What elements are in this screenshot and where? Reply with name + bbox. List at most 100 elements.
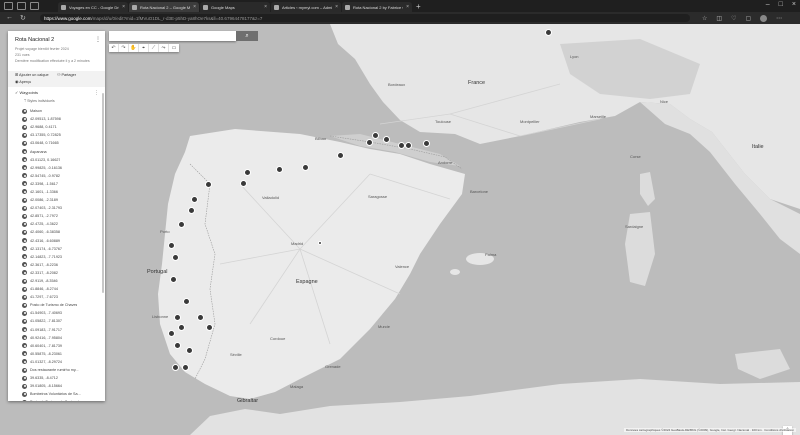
waypoint-pin[interactable] [337,152,344,159]
waypoint-pin[interactable] [174,314,181,321]
list-item[interactable]: 40.92416, -7.95804 [22,334,102,342]
waypoint-pin[interactable] [318,241,322,245]
tab-actions-icon[interactable] [30,2,39,10]
star-icon[interactable]: ☆ [702,15,707,22]
search-button[interactable]: ⌕ [236,31,258,41]
list-item[interactable]: 42.13174, -6.73767 [22,245,102,253]
map-options-icon[interactable]: ⋮ [95,36,101,43]
map-search-input[interactable] [109,31,236,41]
list-item[interactable]: 42.3317, -8.2082 [22,269,102,277]
layer-style-link[interactable]: ⍑ Styles individuels [24,99,55,103]
layer-name[interactable]: ✓ Waypoints [15,90,38,95]
waypoint-pin[interactable] [372,132,379,139]
workspaces-icon[interactable] [17,2,26,10]
list-item[interactable]: 41.7297, -7.6723 [22,293,102,301]
waypoint-pin[interactable] [182,364,189,371]
close-tab-icon[interactable]: × [335,4,338,10]
more-icon[interactable]: ⋯ [776,15,782,22]
waypoint-pin[interactable] [178,221,185,228]
preview-button[interactable]: ◉ Aperçu [15,79,31,84]
list-item[interactable]: 42.3617, -8.2236 [22,261,102,269]
list-item[interactable]: Bombeiros Voluntários de Sa... [22,390,102,398]
list-item[interactable]: 42.09513, 1.87598 [22,115,102,123]
add-layer-button[interactable]: ⊞ Ajouter un calque [15,72,49,77]
waypoint-pin[interactable] [302,164,309,171]
list-item[interactable]: 41.8846, -8.2744 [22,285,102,293]
tab-articles[interactable]: Articles ‹ mymyi.com – Admin...× [271,2,341,12]
list-item[interactable]: 42.14823, -7.71923 [22,253,102,261]
tab-google-maps[interactable]: Google Maps × [200,2,270,12]
list-item[interactable]: 43.17355, 0.72825 [22,131,102,139]
waypoint-pin[interactable] [191,196,198,203]
waypoint-pin[interactable] [423,140,430,147]
waypoint-pin[interactable] [545,29,552,36]
reload-icon[interactable]: ↻ [20,14,26,22]
list-item[interactable]: 42.0086, -2.3189 [22,196,102,204]
waypoint-pin[interactable] [398,142,405,149]
list-item[interactable]: 41.54903, -7.40693 [22,309,102,317]
list-item[interactable]: Maison [22,107,102,115]
list-item[interactable]: 40.55875, -8.23061 [22,350,102,358]
waypoint-pin[interactable] [186,347,193,354]
waypoint-pin[interactable] [172,254,179,261]
waypoint-pin[interactable] [174,342,181,349]
list-item[interactable]: 42.9119, -8.3546 [22,277,102,285]
waypoint-pin[interactable] [183,298,190,305]
back-icon[interactable]: ← [6,14,13,22]
layer-options-icon[interactable]: ⋮ [94,90,99,96]
waypoint-pin[interactable] [405,142,412,149]
address-bar[interactable]: https://www.google.com/maps/d/u/0/edit?m… [40,14,690,22]
favorites-icon[interactable]: ♡ [731,15,736,22]
list-item[interactable]: 41.01327, -8.29724 [22,358,102,366]
collections-icon[interactable]: ▢ [745,15,751,22]
directions-icon[interactable]: ⤳ [159,44,169,52]
list-item[interactable]: Aspanana [22,147,102,155]
waypoint-pin[interactable] [240,180,247,187]
waypoint-pin[interactable] [172,364,179,371]
close-window-icon[interactable]: × [792,1,796,8]
redo-icon[interactable]: ↷ [119,44,129,52]
minimize-icon[interactable]: – [766,1,770,8]
list-item[interactable]: 43.0648, 0.71665 [22,139,102,147]
undo-icon[interactable]: ↶ [109,44,119,52]
new-tab-icon[interactable]: + [416,2,421,11]
waypoint-pin[interactable] [197,314,204,321]
waypoint-pin[interactable] [178,324,185,331]
list-item[interactable]: 42.99825, -0.16136 [22,164,102,172]
list-item[interactable]: 42.4316, -6.60889 [22,237,102,245]
waypoint-pin[interactable] [366,139,373,146]
avatar[interactable] [760,14,768,22]
marker-icon[interactable]: ⌖ [139,44,149,52]
list-item[interactable]: 42.4725, -4.3622 [22,220,102,228]
tab-mymaps[interactable]: Rota Nacional 2 – Google My M...× [129,2,199,12]
list-item[interactable]: Dos restaurante rumirho my... [22,366,102,374]
list-item[interactable]: 40.60401, -7.81739 [22,342,102,350]
close-tab-icon[interactable]: × [264,4,267,10]
tab-rota-article[interactable]: Rota Nacional 2 by Fabrice GEN...× [342,2,412,12]
waypoint-pin[interactable] [383,136,390,143]
list-item[interactable]: 42.07403, -2.31793 [22,204,102,212]
list-item[interactable]: 42.4060, -6.38358 [22,228,102,236]
panel-scrollbar[interactable] [102,93,104,293]
list-item[interactable]: 42.9688, 0.4171 [22,123,102,131]
draw-line-icon[interactable]: ⟋ [149,44,159,52]
waypoint-pin[interactable] [170,276,177,283]
profile-icon[interactable] [4,2,13,10]
waypoint-pin[interactable] [188,207,195,214]
close-tab-icon[interactable]: × [122,4,125,10]
map-canvas[interactable]: Espagne Portugal France Italie Andorre C… [0,24,800,435]
list-item[interactable]: 39.6335, -8.4712 [22,374,102,382]
list-item[interactable]: 39.01805, -8.15664 [22,382,102,390]
ruler-icon[interactable]: ▭ [169,44,179,52]
waypoint-pin[interactable] [168,242,175,249]
waypoint-pin[interactable] [276,166,283,173]
share-button[interactable]: ⚇ Partager [57,72,76,77]
list-item[interactable]: 42.3398, -1.5617 [22,180,102,188]
list-item[interactable]: Posto de Turismo de Chaves [22,301,102,309]
list-item[interactable]: 42.54745, -0.9782 [22,172,102,180]
waypoint-pin[interactable] [206,324,213,331]
maximize-icon[interactable]: □ [779,1,783,8]
close-tab-icon[interactable]: × [193,4,196,10]
map-title[interactable]: Rota Nacional 2 [15,37,54,43]
waypoint-pin[interactable] [168,330,175,337]
